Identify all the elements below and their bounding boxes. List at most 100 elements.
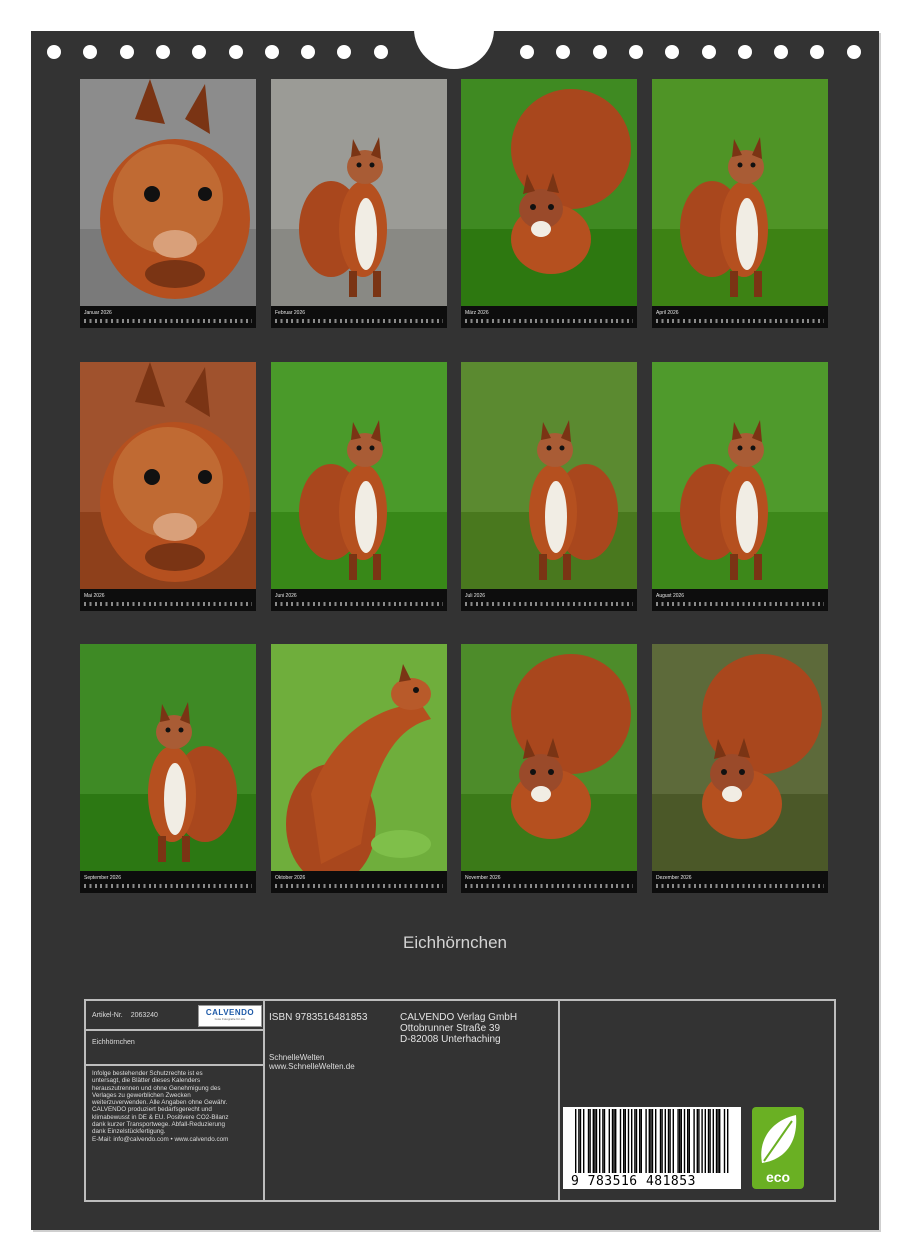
binding-hole [47, 45, 61, 59]
month-calendar-strip: Februar 2026 [271, 306, 447, 328]
binding-hole [701, 45, 716, 59]
month-card: November 2026 [461, 644, 637, 893]
divider [86, 1029, 263, 1031]
binding-hole [846, 45, 861, 59]
legal-line: weiterzuverwenden. Alle Angaben ohne Gew… [92, 1099, 228, 1107]
month-calendar-strip: Dezember 2026 [652, 871, 828, 893]
binding-hole [228, 45, 243, 59]
day-numbers [84, 602, 252, 606]
day-numbers [465, 602, 633, 606]
month-label: Februar 2026 [275, 310, 306, 316]
squirrel-photo [461, 79, 637, 306]
binding-hole [556, 45, 571, 59]
binding-hole [628, 45, 643, 59]
month-label: November 2026 [465, 875, 501, 881]
binding-hole [737, 45, 752, 59]
legal-notice: Infolge bestehender Schutzrechte ist es u… [92, 1070, 228, 1143]
legal-line: untersagt, die Blätter dieses Kalenders [92, 1077, 201, 1085]
eco-label: eco [765, 1169, 791, 1185]
binding-hole [592, 45, 607, 59]
month-calendar-strip: April 2026 [652, 306, 828, 328]
squirrel-photo [461, 362, 637, 589]
day-numbers [465, 319, 633, 323]
day-numbers [275, 884, 443, 888]
month-card: Juni 2026 [271, 362, 447, 611]
logo-subtext: Gute Fotografie für alle [214, 1017, 246, 1021]
legal-line: herauszutrennen und ohne Genehmigung des [92, 1084, 221, 1092]
month-label: Mai 2026 [84, 593, 105, 599]
squirrel-photo [652, 362, 828, 589]
legal-line: dank kurzer Transportwege. Abfall-Reduzi… [92, 1121, 226, 1129]
binding-hole [192, 45, 207, 59]
month-calendar-strip: März 2026 [461, 306, 637, 328]
legal-line: klimabewusst in DE & EU. Positivere CO2-… [92, 1113, 229, 1121]
month-card: April 2026 [652, 79, 828, 328]
squirrel-photo [271, 644, 447, 871]
month-label: April 2026 [656, 310, 679, 316]
day-numbers [84, 884, 252, 888]
month-card: Mai 2026 [80, 362, 256, 611]
barcode-bars [575, 1109, 729, 1173]
squirrel-photo [271, 79, 447, 306]
month-card: Dezember 2026 [652, 644, 828, 893]
barcode-digits: 9 783516 481853 [571, 1174, 696, 1189]
product-name: Eichhörnchen [92, 1039, 135, 1046]
month-label: Januar 2026 [84, 310, 112, 316]
day-numbers [275, 319, 443, 323]
legal-line: E-Mail: info@calvendo.com • www.calvendo… [92, 1135, 229, 1143]
month-label: Dezember 2026 [656, 875, 692, 881]
month-label: Juli 2026 [465, 593, 486, 599]
month-label: August 2026 [656, 593, 685, 599]
month-calendar-strip: September 2026 [80, 871, 256, 893]
info-left-column: Artikel-Nr. 2063240 CALVENDO Gute Fotogr… [86, 1001, 265, 1200]
month-calendar-strip: November 2026 [461, 871, 637, 893]
month-card: Juli 2026 [461, 362, 637, 611]
author-name: SchnelleWelten [269, 1053, 325, 1062]
month-card: März 2026 [461, 79, 637, 328]
binding-hole [301, 45, 316, 59]
logo-text: CALVENDO [205, 1008, 255, 1017]
info-right-column: 9 783516 481853 eco [560, 1001, 834, 1200]
isbn-barcode: 9 783516 481853 [563, 1107, 741, 1189]
calendar-title: Eichhörnchen [403, 933, 507, 952]
month-calendar-strip: Juni 2026 [271, 589, 447, 611]
calendar-back-page: Januar 2026 Februar 2026 März 2026 April 20… [31, 29, 879, 1230]
calvendo-logo: CALVENDO Gute Fotografie für alle [198, 1005, 262, 1027]
month-calendar-strip: Januar 2026 [80, 306, 256, 328]
month-calendar-strip: Oktober 2026 [271, 871, 447, 893]
article-number: 2063240 [130, 1012, 158, 1019]
legal-line: CALVENDO produziert bedarfsgerecht und [92, 1106, 212, 1114]
day-numbers [84, 319, 252, 323]
squirrel-photo [271, 362, 447, 589]
binding-hole [373, 45, 388, 59]
binding-hole [810, 45, 825, 59]
month-card: Oktober 2026 [271, 644, 447, 893]
publisher-line: D-82008 Unterhaching [400, 1034, 501, 1045]
day-numbers [656, 884, 824, 888]
squirrel-photo [80, 79, 256, 306]
eco-badge: eco [752, 1107, 804, 1189]
legal-line: Verlages zu gewerblichen Zwecken [92, 1091, 191, 1099]
month-calendar-strip: Juli 2026 [461, 589, 637, 611]
day-numbers [656, 319, 824, 323]
binding-hole [665, 45, 680, 59]
month-card: Januar 2026 [80, 79, 256, 328]
article-label: Artikel-Nr. [92, 1012, 123, 1019]
squirrel-photo [80, 644, 256, 871]
day-numbers [656, 602, 824, 606]
day-numbers [275, 602, 443, 606]
squirrel-photo [80, 362, 256, 589]
month-label: Juni 2026 [275, 593, 297, 599]
leaf-icon [761, 1115, 797, 1163]
article-number-row: Artikel-Nr. 2063240 [92, 1012, 158, 1020]
month-calendar-strip: August 2026 [652, 589, 828, 611]
month-calendar-strip: Mai 2026 [80, 589, 256, 611]
binding-hole [83, 45, 98, 59]
binding-hole [520, 45, 534, 59]
legal-line: dank Einzelstückfertigung. [92, 1128, 166, 1136]
binding-hole [264, 45, 279, 59]
publisher-line: Ottobrunner Straße 39 [400, 1023, 501, 1034]
binding-hole [155, 45, 170, 59]
info-box: Artikel-Nr. 2063240 CALVENDO Gute Fotogr… [84, 999, 836, 1202]
legal-line: Infolge bestehender Schutzrechte ist es [92, 1070, 203, 1077]
